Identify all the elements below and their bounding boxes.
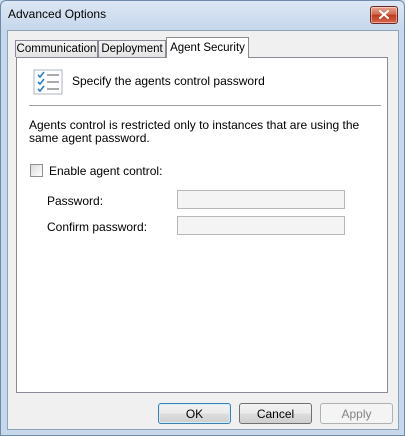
- checklist-icon: [33, 69, 63, 95]
- panel-description: Agents control is restricted only to ins…: [29, 118, 360, 145]
- tab-agent-security[interactable]: Agent Security: [166, 37, 249, 58]
- tab-deployment[interactable]: Deployment: [98, 40, 166, 57]
- title-bar: Advanced Options: [1, 1, 404, 29]
- apply-button[interactable]: Apply: [320, 403, 393, 424]
- password-label: Password:: [47, 194, 104, 208]
- cancel-button[interactable]: Cancel: [239, 403, 312, 424]
- window-title: Advanced Options: [8, 7, 107, 21]
- separator: [29, 105, 381, 106]
- confirm-password-label: Confirm password:: [47, 220, 148, 234]
- enable-agent-control-checkbox[interactable]: [30, 164, 43, 177]
- tab-communication[interactable]: Communication: [15, 40, 98, 57]
- advanced-options-dialog: Advanced Options Communication Deploymen…: [0, 0, 405, 436]
- ok-button[interactable]: OK: [158, 403, 231, 424]
- panel-header-text: Specify the agents control password: [72, 74, 265, 88]
- confirm-password-field[interactable]: [177, 216, 345, 235]
- close-icon: [379, 10, 389, 19]
- dialog-client-area: Communication Deployment Agent Security …: [7, 30, 399, 430]
- enable-agent-control-label[interactable]: Enable agent control:: [49, 164, 162, 178]
- close-button[interactable]: [370, 6, 398, 24]
- password-field[interactable]: [177, 190, 345, 209]
- agent-security-panel: Specify the agents control password Agen…: [16, 57, 388, 393]
